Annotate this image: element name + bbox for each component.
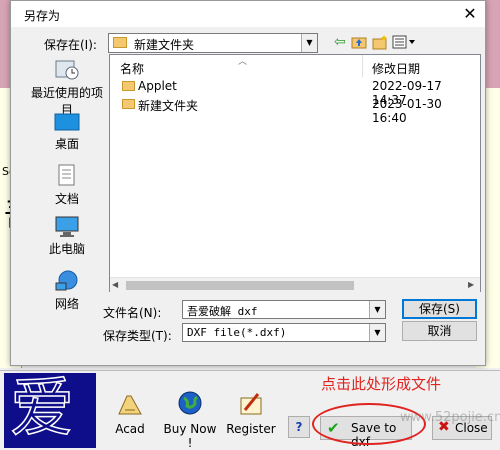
place-label: 桌面 — [54, 137, 79, 151]
place-recent-items[interactable]: 最近使用的项目 — [27, 58, 107, 118]
file-type-label: 保存类型(T): — [103, 329, 172, 343]
save-as-dialog: 另存为 ✕ 保存在(I): 新建文件夹 ▼ ⇦ 最近使用的项目 桌面 文档 此电… — [10, 0, 486, 366]
column-divider[interactable] — [362, 55, 363, 77]
help-button[interactable]: ? — [288, 416, 310, 438]
place-this-pc[interactable]: 此电脑 — [27, 216, 107, 257]
place-label: 此电脑 — [48, 242, 85, 256]
acad-label: Acad — [115, 422, 145, 436]
cancel-button[interactable]: 取消 — [402, 321, 477, 341]
scroll-right-icon[interactable]: ▶ — [468, 280, 474, 289]
file-list[interactable]: ︿ 名称 修改日期 Applet 2022-09-17 14:37 新建文件夹 … — [109, 54, 481, 292]
app-logo: 爱 — [4, 373, 96, 448]
place-desktop[interactable]: 桌面 — [27, 113, 107, 152]
sort-up-icon: ︿ — [238, 57, 248, 67]
view-menu-icon[interactable] — [392, 34, 418, 50]
file-name-input[interactable]: 吾爱破解 dxf ▼ — [182, 300, 386, 319]
documents-icon — [56, 164, 78, 188]
dialog-titlebar[interactable]: 另存为 ✕ — [11, 1, 485, 27]
close-dialog-button[interactable]: ✕ — [459, 3, 481, 25]
acad-icon — [115, 390, 145, 418]
chevron-down-icon[interactable]: ▼ — [369, 301, 385, 318]
file-row[interactable]: Applet 2022-09-17 14:37 — [110, 77, 480, 107]
chevron-down-icon[interactable]: ▼ — [301, 34, 317, 52]
horizontal-scrollbar[interactable]: ◀ ▶ — [110, 277, 480, 292]
file-row[interactable]: 新建文件夹 2023-01-30 16:40 — [110, 95, 480, 125]
buy-now-button[interactable]: Buy Now ! — [160, 390, 220, 450]
recent-items-icon — [54, 58, 80, 82]
register-icon — [236, 390, 266, 418]
file-name-label: 文件名(N): — [103, 306, 162, 320]
folder-icon — [122, 99, 135, 109]
acad-button[interactable]: Acad — [108, 390, 152, 436]
file-type-select[interactable]: DXF file(*.dxf) ▼ — [182, 323, 386, 342]
network-icon — [54, 269, 80, 293]
file-type-value: DXF file(*.dxf) — [187, 326, 287, 339]
register-button[interactable]: Register — [224, 390, 278, 436]
annotation-text: 点击此处形成文件 — [321, 375, 442, 393]
scroll-left-icon[interactable]: ◀ — [112, 280, 118, 289]
register-label: Register — [226, 422, 276, 436]
back-arrow-icon[interactable]: ⇦ — [334, 34, 346, 50]
place-documents[interactable]: 文档 — [27, 164, 107, 207]
buy-now-label: Buy Now ! — [163, 422, 217, 450]
file-name-value: 吾爱破解 dxf — [187, 305, 258, 318]
folder-icon — [113, 37, 127, 48]
folder-icon — [122, 81, 135, 91]
save-button[interactable]: 保存(S) — [402, 299, 477, 319]
this-pc-icon — [54, 216, 80, 238]
file-modified: 2023-01-30 16:40 — [372, 97, 442, 125]
scrollbar-thumb[interactable] — [126, 281, 354, 290]
save-in-label: 保存在(I): — [44, 38, 97, 52]
place-label: 文档 — [54, 192, 79, 206]
place-network[interactable]: 网络 — [27, 269, 107, 312]
column-header-name[interactable]: 名称 — [120, 60, 144, 77]
file-name: Applet — [138, 79, 177, 93]
globe-icon — [175, 390, 205, 418]
column-header-modified[interactable]: 修改日期 — [372, 60, 420, 77]
place-label: 网络 — [54, 297, 79, 311]
logo-char: 爱 — [9, 373, 75, 446]
file-name: 新建文件夹 — [138, 99, 199, 113]
desktop-icon — [54, 113, 80, 133]
up-folder-icon[interactable] — [351, 34, 367, 50]
save-in-value: 新建文件夹 — [134, 38, 195, 52]
new-folder-icon[interactable] — [372, 34, 388, 50]
watermark: www.52pojie.cn — [400, 410, 500, 425]
save-in-dropdown[interactable]: 新建文件夹 ▼ — [108, 33, 318, 53]
chevron-down-icon[interactable]: ▼ — [369, 324, 385, 341]
dialog-title: 另存为 — [24, 9, 61, 23]
